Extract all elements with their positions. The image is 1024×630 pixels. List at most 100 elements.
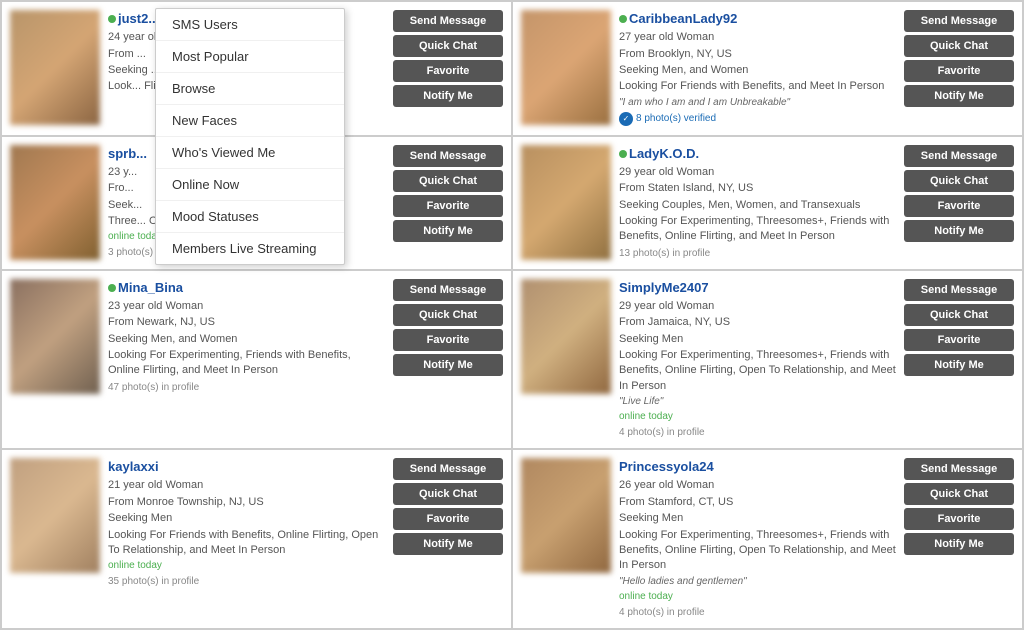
profile-photo-princessyola24[interactable] (521, 458, 611, 573)
send-message-btn-just2[interactable]: Send Message (393, 10, 503, 32)
notify-me-btn-princessyola24[interactable]: Notify Me (904, 533, 1014, 555)
profile-name-ladykod[interactable]: LadyK.O.D. (619, 145, 896, 163)
profile-age-ladykod: 29 year old Woman (619, 165, 896, 180)
quick-chat-btn-just2[interactable]: Quick Chat (393, 35, 503, 57)
favorite-btn-just2[interactable]: Favorite (393, 60, 503, 82)
action-buttons-kaylaxxi: Send Message Quick Chat Favorite Notify … (393, 458, 503, 620)
notify-me-btn-caribbeanlady92[interactable]: Notify Me (904, 85, 1014, 107)
profile-location-princessyola24: From Stamford, CT, US (619, 495, 896, 510)
quick-chat-btn-princessyola24[interactable]: Quick Chat (904, 483, 1014, 505)
profile-quote-simplyme2407: "Live Life" (619, 395, 896, 409)
send-message-btn-kaylaxxi[interactable]: Send Message (393, 458, 503, 480)
profile-name-kaylaxxi[interactable]: kaylaxxi (108, 458, 385, 476)
profile-name-princessyola24[interactable]: Princessyola24 (619, 458, 896, 476)
profile-info-simplyme2407: SimplyMe2407 29 year old Woman From Jama… (619, 279, 896, 441)
quick-chat-btn-kaylaxxi[interactable]: Quick Chat (393, 483, 503, 505)
dropdown-item-most-popular[interactable]: Most Popular (156, 41, 344, 73)
quick-chat-btn-sprb[interactable]: Quick Chat (393, 170, 503, 192)
profile-card-ladykod: LadyK.O.D. 29 year old Woman From Staten… (513, 137, 1022, 269)
favorite-btn-princessyola24[interactable]: Favorite (904, 508, 1014, 530)
profile-desc-kaylaxxi: Looking For Friends with Benefits, Onlin… (108, 528, 385, 559)
action-buttons-sprb: Send Message Quick Chat Favorite Notify … (393, 145, 503, 261)
favorite-btn-simplyme2407[interactable]: Favorite (904, 329, 1014, 351)
profiles-grid: just2... 24 year old From ... Seeking ..… (0, 0, 1024, 630)
quick-chat-btn-simplyme2407[interactable]: Quick Chat (904, 304, 1014, 326)
notify-me-btn-ladykod[interactable]: Notify Me (904, 220, 1014, 242)
profile-photo-ladykod[interactable] (521, 145, 611, 260)
send-message-btn-ladykod[interactable]: Send Message (904, 145, 1014, 167)
profile-seeking-caribbeanlady92: Seeking Men, and Women (619, 63, 896, 78)
favorite-btn-kaylaxxi[interactable]: Favorite (393, 508, 503, 530)
send-message-btn-princessyola24[interactable]: Send Message (904, 458, 1014, 480)
profile-age-caribbeanlady92: 27 year old Woman (619, 30, 896, 45)
profile-desc-caribbeanlady92: Looking For Friends with Benefits, and M… (619, 79, 896, 94)
profile-photo-sprb[interactable] (10, 145, 100, 260)
profile-info-caribbeanlady92: CaribbeanLady92 27 year old Woman From B… (619, 10, 896, 127)
dropdown-item-whos-viewed-me[interactable]: Who's Viewed Me (156, 137, 344, 169)
notify-me-btn-simplyme2407[interactable]: Notify Me (904, 354, 1014, 376)
profile-quote-princessyola24: "Hello ladies and gentlemen" (619, 575, 896, 589)
profile-desc-ladykod: Looking For Experimenting, Threesomes+, … (619, 214, 896, 245)
favorite-btn-mina_bina[interactable]: Favorite (393, 329, 503, 351)
photos-count-mina_bina: 47 photo(s) in profile (108, 381, 385, 395)
send-message-btn-sprb[interactable]: Send Message (393, 145, 503, 167)
profile-name-simplyme2407[interactable]: SimplyMe2407 (619, 279, 896, 297)
dropdown-item-sms-users[interactable]: SMS Users (156, 9, 344, 41)
dropdown-item-new-faces[interactable]: New Faces (156, 105, 344, 137)
action-buttons-just2: Send Message Quick Chat Favorite Notify … (393, 10, 503, 127)
notify-me-btn-sprb[interactable]: Notify Me (393, 220, 503, 242)
profile-name-caribbeanlady92[interactable]: CaribbeanLady92 (619, 10, 896, 28)
profile-card-mina_bina: Mina_Bina 23 year old Woman From Newark,… (2, 271, 511, 449)
dropdown-item-members-live-streaming[interactable]: Members Live Streaming (156, 233, 344, 264)
profile-seeking-simplyme2407: Seeking Men (619, 332, 896, 347)
profile-desc-simplyme2407: Looking For Experimenting, Threesomes+, … (619, 348, 896, 394)
profile-location-simplyme2407: From Jamaica, NY, US (619, 315, 896, 330)
profile-location-kaylaxxi: From Monroe Township, NJ, US (108, 495, 385, 510)
notify-me-btn-mina_bina[interactable]: Notify Me (393, 354, 503, 376)
action-buttons-caribbeanlady92: Send Message Quick Chat Favorite Notify … (904, 10, 1014, 127)
action-buttons-mina_bina: Send Message Quick Chat Favorite Notify … (393, 279, 503, 441)
profile-photo-just2[interactable] (10, 10, 100, 125)
favorite-btn-caribbeanlady92[interactable]: Favorite (904, 60, 1014, 82)
quick-chat-btn-caribbeanlady92[interactable]: Quick Chat (904, 35, 1014, 57)
notify-me-btn-kaylaxxi[interactable]: Notify Me (393, 533, 503, 555)
notify-me-btn-just2[interactable]: Notify Me (393, 85, 503, 107)
profile-card-simplyme2407: SimplyMe2407 29 year old Woman From Jama… (513, 271, 1022, 449)
quick-chat-btn-mina_bina[interactable]: Quick Chat (393, 304, 503, 326)
profile-photo-simplyme2407[interactable] (521, 279, 611, 394)
profile-age-kaylaxxi: 21 year old Woman (108, 478, 385, 493)
dropdown-menu: SMS UsersMost PopularBrowseNew FacesWho'… (155, 8, 345, 265)
profile-photo-mina_bina[interactable] (10, 279, 100, 394)
send-message-btn-caribbeanlady92[interactable]: Send Message (904, 10, 1014, 32)
profile-location-ladykod: From Staten Island, NY, US (619, 181, 896, 196)
profile-seeking-princessyola24: Seeking Men (619, 511, 896, 526)
dropdown-item-online-now[interactable]: Online Now (156, 169, 344, 201)
profile-name-mina_bina[interactable]: Mina_Bina (108, 279, 385, 297)
profile-photo-caribbeanlady92[interactable] (521, 10, 611, 125)
photos-count-ladykod: 13 photo(s) in profile (619, 247, 896, 261)
favorite-btn-ladykod[interactable]: Favorite (904, 195, 1014, 217)
action-buttons-simplyme2407: Send Message Quick Chat Favorite Notify … (904, 279, 1014, 441)
dropdown-item-browse[interactable]: Browse (156, 73, 344, 105)
profile-photo-kaylaxxi[interactable] (10, 458, 100, 573)
photos-count-princessyola24: 4 photo(s) in profile (619, 606, 896, 620)
dropdown-item-mood-statuses[interactable]: Mood Statuses (156, 201, 344, 233)
quick-chat-btn-ladykod[interactable]: Quick Chat (904, 170, 1014, 192)
favorite-btn-sprb[interactable]: Favorite (393, 195, 503, 217)
profile-card-caribbeanlady92: CaribbeanLady92 27 year old Woman From B… (513, 2, 1022, 135)
profile-card-kaylaxxi: kaylaxxi 21 year old Woman From Monroe T… (2, 450, 511, 628)
profile-age-mina_bina: 23 year old Woman (108, 299, 385, 314)
profile-age-princessyola24: 26 year old Woman (619, 478, 896, 493)
profile-desc-princessyola24: Looking For Experimenting, Threesomes+, … (619, 528, 896, 574)
send-message-btn-mina_bina[interactable]: Send Message (393, 279, 503, 301)
online-today-simplyme2407: online today (619, 410, 896, 424)
online-today-kaylaxxi: online today (108, 559, 385, 573)
profile-age-simplyme2407: 29 year old Woman (619, 299, 896, 314)
profile-location-caribbeanlady92: From Brooklyn, NY, US (619, 47, 896, 62)
send-message-btn-simplyme2407[interactable]: Send Message (904, 279, 1014, 301)
photos-count-kaylaxxi: 35 photo(s) in profile (108, 575, 385, 589)
profile-desc-mina_bina: Looking For Experimenting, Friends with … (108, 348, 385, 379)
profile-seeking-mina_bina: Seeking Men, and Women (108, 332, 385, 347)
online-today-princessyola24: online today (619, 590, 896, 604)
profile-info-kaylaxxi: kaylaxxi 21 year old Woman From Monroe T… (108, 458, 385, 620)
